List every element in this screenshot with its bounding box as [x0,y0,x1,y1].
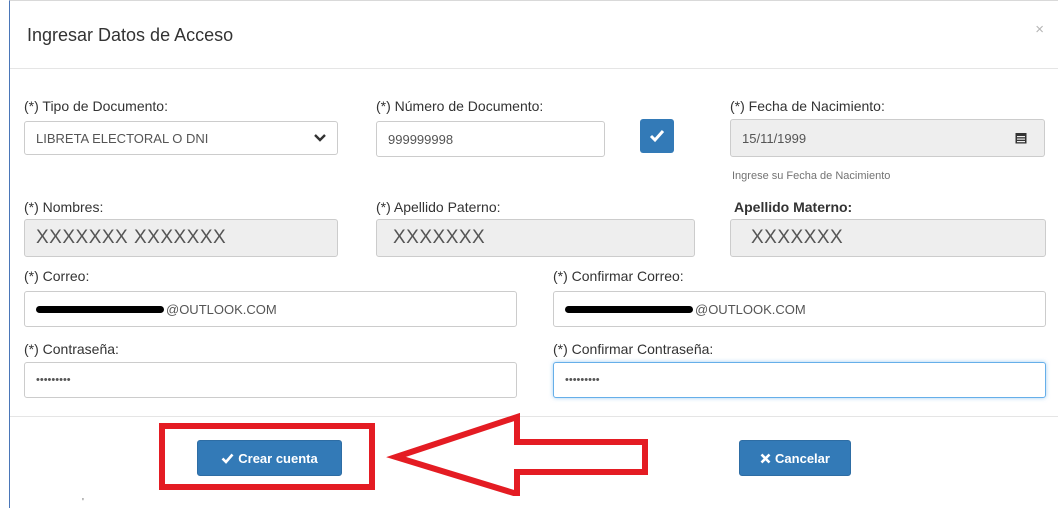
numero-documento-value: 999999998 [388,131,454,147]
apellido-paterno-value: XXXXXXX [393,227,486,248]
chevron-down-icon [314,134,326,142]
tipo-documento-label: (*) Tipo de Documento: [24,98,168,114]
redaction-mark [565,305,693,313]
fecha-nacimiento-input[interactable]: 15/11/1999 [730,119,999,157]
redaction-mark [36,305,164,313]
apellido-materno-label: Apellido Materno: [734,199,853,215]
calendar-button[interactable] [998,119,1045,157]
tipo-documento-select[interactable]: LIBRETA ELECTORAL O DNI [24,121,338,155]
apellido-materno-value: XXXXXXX [751,227,844,248]
apellido-materno-input: XXXXXXX [730,219,1046,257]
close-icon[interactable]: × [1035,21,1044,38]
tipo-documento-value: LIBRETA ELECTORAL O DNI [36,130,209,146]
confirmar-contrasena-label: (*) Confirmar Contraseña: [553,341,714,357]
modal-header: Ingresar Datos de Acceso × [10,1,1058,69]
confirmar-correo-input[interactable]: @OUTLOOK.COM [553,291,1046,327]
contrasena-label: (*) Contraseña: [24,341,119,357]
annotation-highlight-box [159,423,375,490]
check-icon [649,130,665,143]
apellido-paterno-input: XXXXXXX [376,219,695,257]
fecha-nacimiento-help: Ingrese su Fecha de Nacimiento [732,170,891,182]
nombres-label: (*) Nombres: [24,199,104,215]
confirmar-correo-value: @OUTLOOK.COM [695,301,806,317]
confirmar-contrasena-input[interactable]: ••••••••• [553,362,1046,398]
contrasena-input[interactable]: ••••••••• [24,362,517,398]
correo-label: (*) Correo: [24,268,90,284]
validate-document-button[interactable] [640,119,674,153]
times-icon [760,453,771,463]
arrow-left-icon [386,412,648,496]
nombres-value: XXXXXXX XXXXXXX [36,227,227,248]
fecha-nacimiento-label: (*) Fecha de Nacimiento: [730,98,885,114]
fecha-nacimiento-value: 15/11/1999 [742,130,807,146]
numero-documento-label: (*) Número de Documento: [376,98,544,114]
stray-mark: ' [82,497,84,508]
confirmar-correo-label: (*) Confirmar Correo: [553,268,684,284]
cancelar-button[interactable]: Cancelar [739,440,851,476]
correo-input[interactable]: @OUTLOOK.COM [24,291,517,327]
correo-value: @OUTLOOK.COM [166,301,277,317]
calendar-icon [1015,133,1027,144]
nombres-input: XXXXXXX XXXXXXX [24,219,338,257]
contrasena-value: ••••••••• [36,374,71,386]
modal-title: Ingresar Datos de Acceso [27,25,234,45]
apellido-paterno-label: (*) Apellido Paterno: [376,199,501,215]
cancelar-label: Cancelar [775,450,830,466]
numero-documento-input[interactable]: 999999998 [376,121,605,157]
confirmar-contrasena-value: ••••••••• [565,374,600,386]
